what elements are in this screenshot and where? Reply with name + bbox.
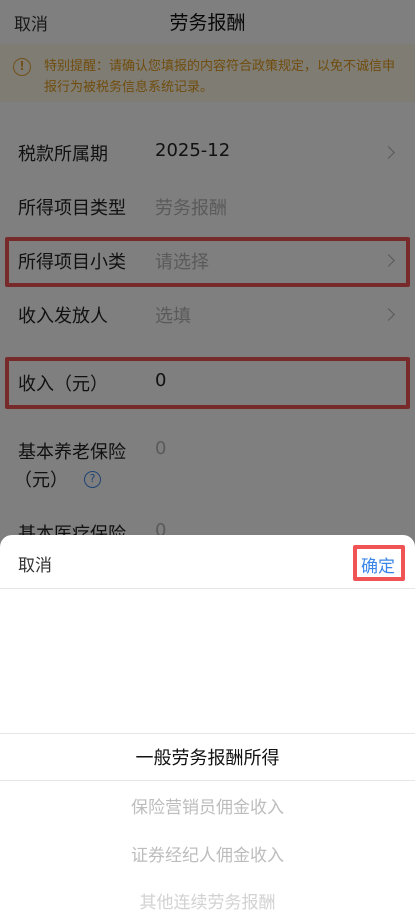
highlight-confirm: 确定 [353, 545, 405, 581]
picker-option[interactable]: 其他连续劳务报酬 [0, 888, 415, 913]
picker-option[interactable]: 一般劳务报酬所得 [0, 744, 415, 770]
picker-sheet: 取消 确定 一般劳务报酬所得 保险营销员佣金收入 证券经纪人佣金收入 其他连续劳… [0, 535, 415, 924]
picker-header: 取消 确定 [0, 535, 415, 589]
picker-option[interactable]: 保险营销员佣金收入 [0, 793, 415, 818]
picker-confirm-button[interactable]: 确定 [361, 552, 395, 577]
picker-cancel-button[interactable]: 取消 [18, 551, 52, 576]
picker-wheel[interactable]: 一般劳务报酬所得 保险营销员佣金收入 证券经纪人佣金收入 其他连续劳务报酬 [0, 733, 415, 924]
screen: 取消 劳务报酬 ! 特别提醒：请确认您填报的内容符合政策规定，以免不诚信申报行为… [0, 0, 415, 924]
picker-option[interactable]: 证券经纪人佣金收入 [0, 841, 415, 866]
